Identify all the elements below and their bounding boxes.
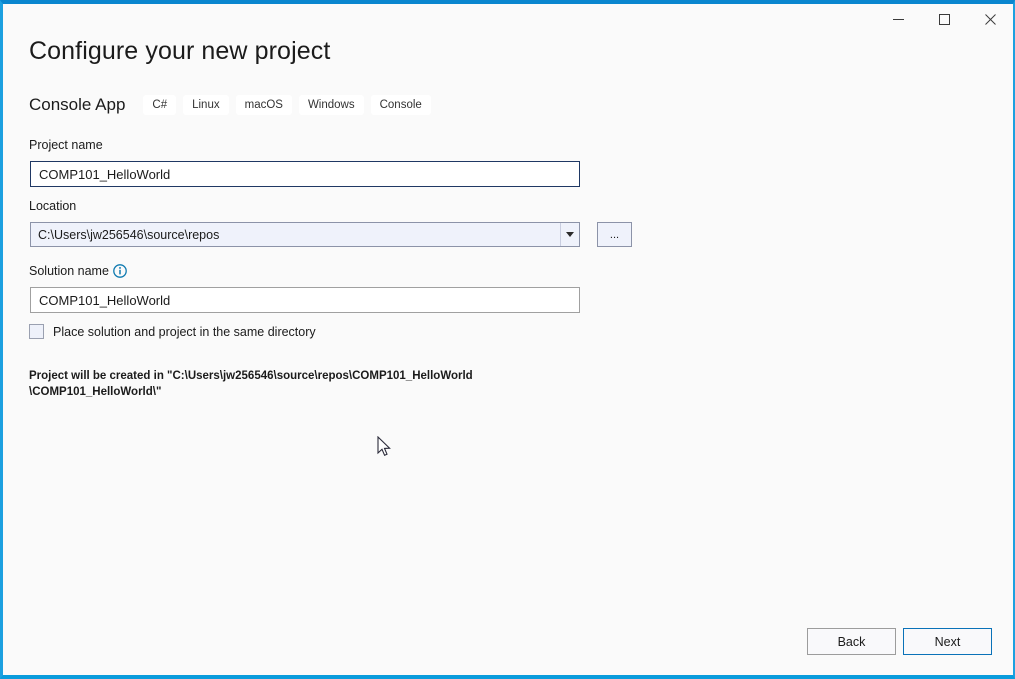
project-name-input[interactable] — [30, 161, 580, 187]
back-button[interactable]: Back — [807, 628, 896, 655]
browse-location-button[interactable]: ... — [597, 222, 632, 247]
info-icon[interactable] — [113, 264, 127, 278]
location-value: C:\Users\jw256546\source\repos — [38, 227, 220, 242]
location-label: Location — [29, 199, 77, 213]
chevron-down-icon — [566, 232, 574, 237]
same-directory-checkbox[interactable] — [29, 324, 44, 339]
tag-console: Console — [370, 95, 431, 115]
same-directory-label: Place solution and project in the same d… — [53, 324, 316, 339]
tag-windows: Windows — [298, 95, 364, 115]
next-button[interactable]: Next — [903, 628, 992, 655]
location-dropdown-button[interactable] — [560, 223, 579, 246]
maximize-button[interactable] — [921, 4, 967, 34]
page-title: Configure your new project — [29, 37, 331, 65]
maximize-icon — [938, 13, 950, 25]
solution-name-label: Solution name — [29, 264, 109, 278]
configure-project-dialog: Configure your new project Console App C… — [0, 0, 1015, 679]
project-path-note: Project will be created in "C:\Users\jw2… — [29, 370, 473, 398]
tag-language: C# — [143, 95, 177, 115]
minimize-icon — [892, 18, 904, 20]
minimize-button[interactable] — [875, 4, 921, 34]
solution-name-input[interactable] — [30, 287, 580, 313]
location-combobox[interactable]: C:\Users\jw256546\source\repos — [30, 222, 580, 247]
close-icon — [984, 13, 996, 25]
title-bar — [3, 4, 1013, 34]
tag-macos: macOS — [235, 95, 292, 115]
close-button[interactable] — [967, 4, 1013, 34]
tag-linux: Linux — [183, 95, 229, 115]
mouse-cursor — [377, 436, 391, 457]
same-directory-row[interactable]: Place solution and project in the same d… — [29, 324, 316, 339]
template-name: Console App — [29, 95, 126, 114]
template-summary: Console App C# Linux macOS Windows Conso… — [29, 92, 438, 118]
project-name-label: Project name — [29, 138, 103, 152]
